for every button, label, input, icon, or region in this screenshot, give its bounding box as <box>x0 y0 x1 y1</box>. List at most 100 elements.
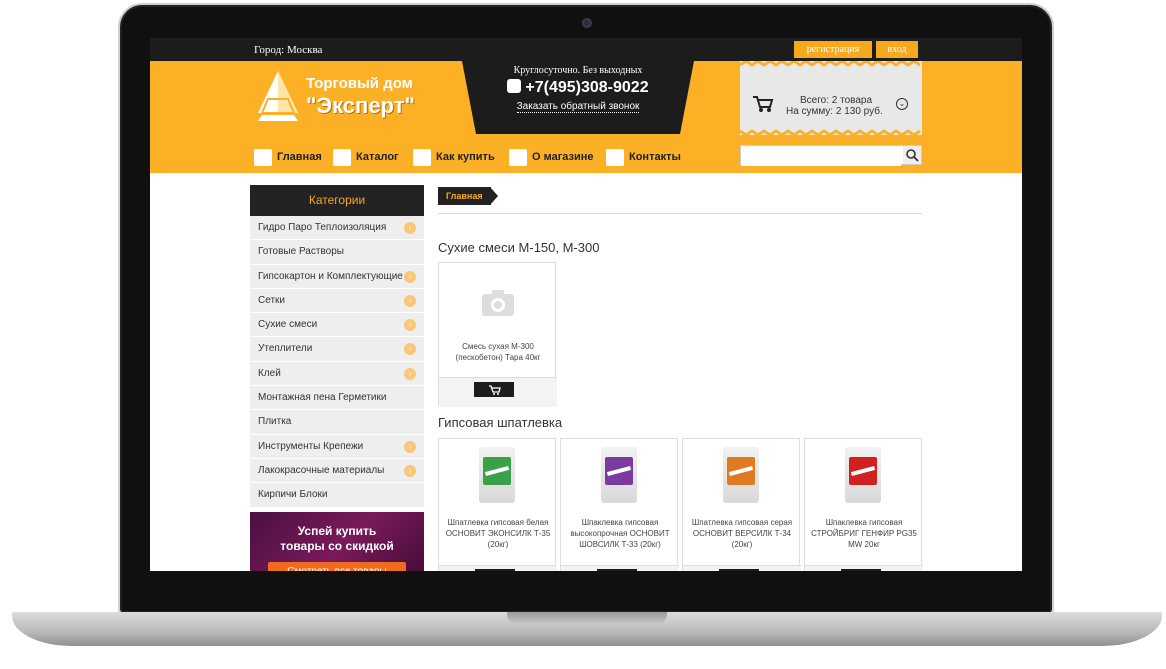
category-label: Сетки <box>258 294 285 306</box>
category-item[interactable]: Монтажная пена Герметики <box>250 386 424 411</box>
category-item[interactable]: Лакокрасочные материалы › <box>250 458 424 484</box>
nav-item-how-to-buy[interactable]: Как купить <box>413 148 495 166</box>
category-label: Утеплители <box>258 343 313 355</box>
cart-widget[interactable]: Всего: 2 товара На сумму: 2 130 руб. ⌄ <box>740 61 922 135</box>
cart-icon <box>753 96 774 112</box>
breadcrumb[interactable]: Главная <box>438 187 491 205</box>
work-hours: Круглосуточно. Без выходных <box>513 65 643 76</box>
promo-banner[interactable]: Успей купитьтовары со скидкой Смотреть в… <box>250 511 424 571</box>
laptop-notch <box>507 612 667 624</box>
pyramid-logo-icon <box>258 71 298 121</box>
category-label: Кирпичи Блоки <box>258 489 328 501</box>
laptop-mockup: Город: Москва регистрация вход Торговый … <box>0 0 1166 669</box>
category-item[interactable]: Гидро Паро Теплоизоляция › <box>250 216 424 241</box>
category-item[interactable]: Сетки › <box>250 288 424 314</box>
card-footer <box>439 565 557 571</box>
phone-number-text: +7(495)308-9022 <box>525 79 649 96</box>
phone-block: Круглосуточно. Без выходных +7(495)308-9… <box>462 61 694 134</box>
category-item[interactable]: Сухие смеси › <box>250 313 424 338</box>
search-box <box>740 145 922 166</box>
category-item[interactable]: Готовые Растворы <box>250 240 424 265</box>
search-icon <box>906 149 919 162</box>
product-name: Шпаклевка гипсовая СТРОЙБРИГ ГЕНФИР PG35 M… <box>809 517 919 550</box>
card-footer <box>805 565 923 571</box>
chevron-right-icon: › <box>404 464 416 477</box>
category-label: Инструменты Крепежи <box>258 440 364 452</box>
category-label: Клей <box>258 367 281 379</box>
category-item[interactable]: Клей › <box>250 361 424 387</box>
chevron-right-icon: › <box>404 222 416 234</box>
card-footer <box>439 377 557 407</box>
logo-line1: Торговый дом <box>306 75 413 92</box>
product-card[interactable]: Шпаклевка гипсовая СТРОЙБРИГ ГЕНФИР PG35 M… <box>804 438 923 571</box>
add-to-cart-button[interactable] <box>474 382 514 397</box>
product-image <box>479 447 515 503</box>
add-to-cart-button[interactable] <box>597 569 637 571</box>
site-header: Торговый дом "Эксперт" Круглосуточно. Бе… <box>150 61 1022 139</box>
product-name: Шпаклевка гипсовая высокопрочная ОСНОВИТ Ш… <box>565 517 675 550</box>
nav-item-home[interactable]: Главная <box>254 148 322 166</box>
site-logo[interactable]: Торговый дом "Эксперт" <box>254 67 454 127</box>
city-selector[interactable]: Город: Москва <box>254 44 322 56</box>
product-name-line: (20кг) <box>487 540 509 549</box>
breadcrumb-arrow <box>490 187 498 205</box>
cart-count: Всего: 2 товара <box>800 95 873 106</box>
product-name-line: Шпаклевка гипсовая <box>581 518 659 527</box>
monitor-icon <box>254 148 272 166</box>
product-card[interactable]: Смесь сухая М-300 (пескобетон) Тара 40кг <box>438 262 557 407</box>
phone-number[interactable]: +7(495)308-9022 <box>462 79 694 97</box>
register-button[interactable]: регистрация <box>794 41 872 58</box>
chevron-down-icon[interactable]: ⌄ <box>896 98 908 110</box>
wallet-icon <box>413 148 431 166</box>
product-name-line: Шпатлевка гипсовая белая <box>447 518 549 527</box>
login-button[interactable]: вход <box>876 41 918 58</box>
nav-item-catalog[interactable]: Каталог <box>333 148 399 166</box>
main-content: Главная Сухие смеси М-150, М-300 Смесь с… <box>438 185 923 571</box>
product-image <box>845 447 881 503</box>
product-card[interactable]: Шпатлевка гипсовая белая ОСНОВИТ ЭКОНСИЛК… <box>438 438 557 571</box>
logo-line2: "Эксперт" <box>306 93 415 118</box>
card-footer <box>561 565 679 571</box>
product-image <box>723 447 759 503</box>
callback-link-text: Заказать обратный звонок <box>516 101 640 113</box>
category-list: Гидро Паро Теплоизоляция › Готовые Раствор… <box>250 216 424 508</box>
product-name-line1: Смесь сухая М-300 <box>462 342 534 351</box>
nav-label: Главная <box>277 151 322 163</box>
nav-item-contacts[interactable]: Контакты <box>606 148 681 166</box>
nav-item-about[interactable]: О магазине <box>509 148 594 166</box>
cart-icon <box>489 385 501 395</box>
product-name-line: ОСНОВИТ ЭКОНСИЛК Т-35 <box>445 529 551 538</box>
section-title-dry-mixes: Сухие смеси М-150, М-300 <box>438 240 600 255</box>
promo-title-line1: Успей купить <box>297 523 377 538</box>
add-to-cart-button[interactable] <box>841 569 881 571</box>
category-item[interactable]: Утеплители › <box>250 337 424 362</box>
section-title-gypsum: Гипсовая шпатлевка <box>438 415 563 430</box>
product-card[interactable]: Шпатлевка гипсовая серая ОСНОВИТ ВЕРСИЛК … <box>682 438 801 571</box>
product-name-line: MW 20кг <box>848 540 880 549</box>
promo-title-line2: товары со скидкой <box>280 538 394 553</box>
product-image <box>601 447 637 503</box>
category-item[interactable]: Кирпичи Блоки <box>250 483 424 508</box>
add-to-cart-button[interactable] <box>475 569 515 571</box>
category-label: Гипсокартон и Комплектующие <box>258 270 403 282</box>
product-name: Шпатлевка гипсовая белая ОСНОВИТ ЭКОНСИЛК… <box>443 517 553 550</box>
product-card[interactable]: Шпаклевка гипсовая высокопрочная ОСНОВИТ Ш… <box>560 438 679 571</box>
category-item[interactable]: Гипсокартон и Комплектующие › <box>250 264 424 289</box>
add-to-cart-button[interactable] <box>719 569 759 571</box>
callback-link[interactable]: Заказать обратный звонок <box>462 101 694 113</box>
nav-label: Как купить <box>436 151 495 163</box>
website-screen: Город: Москва регистрация вход Торговый … <box>150 38 1022 571</box>
chevron-right-icon: › <box>404 294 416 307</box>
category-item[interactable]: Плитка <box>250 410 424 435</box>
webcam-icon <box>582 18 592 28</box>
category-item[interactable]: Инструменты Крепежи › <box>250 434 424 459</box>
chevron-right-icon: › <box>404 319 416 332</box>
category-sidebar: Категории Гидро Паро Теплоизоляция › Готов… <box>250 185 424 571</box>
search-input[interactable] <box>741 147 901 166</box>
promo-button[interactable]: Смотреть все товары <box>268 561 406 571</box>
search-button[interactable] <box>903 146 921 164</box>
chevron-right-icon: › <box>404 367 416 380</box>
product-name-line: СТРОЙБРИГ ГЕНФИР PG35 <box>811 529 917 538</box>
divider <box>438 213 922 214</box>
category-label: Монтажная пена Герметики <box>258 392 387 404</box>
